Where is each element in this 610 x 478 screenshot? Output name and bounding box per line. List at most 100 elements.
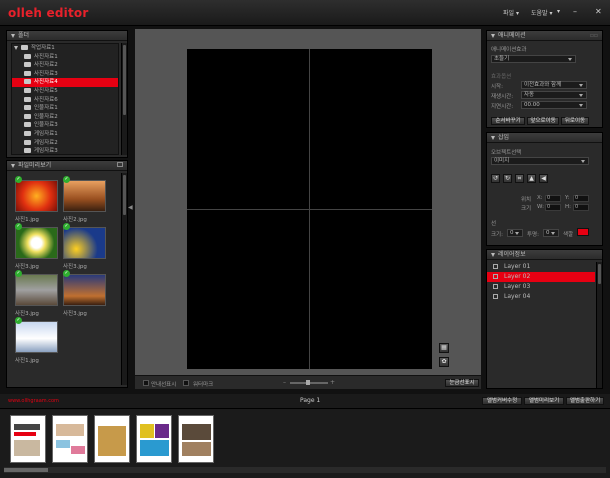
tree-item-label: 게임자료3: [34, 148, 58, 155]
insert-header[interactable]: 삽입: [487, 133, 602, 143]
minimize-button[interactable]: –: [573, 7, 577, 16]
rotate-left-icon[interactable]: ↺: [491, 174, 500, 183]
color-label: 색깔: [563, 232, 574, 238]
x-field[interactable]: 0: [545, 195, 561, 202]
tree-item[interactable]: 인물자료3: [12, 121, 118, 130]
filmstrip-scrollbar[interactable]: [4, 467, 606, 473]
layer-scrollbar[interactable]: [596, 262, 602, 388]
menu-file[interactable]: 파일 ▾: [503, 8, 519, 17]
page-thumb-cover[interactable]: [10, 415, 46, 463]
tree-item[interactable]: 사진자료6: [12, 96, 118, 105]
folder-icon: [24, 79, 31, 85]
guide-checkbox[interactable]: [143, 380, 149, 386]
layer-item[interactable]: Layer 03: [487, 282, 595, 292]
thumb-caption: 사진3.jpg: [63, 311, 87, 317]
effect-dropdown[interactable]: 초들기: [491, 55, 576, 63]
watermark-checkbox[interactable]: [183, 380, 189, 386]
layer-label: Layer 02: [504, 273, 531, 280]
thickness-label: 크기:: [491, 232, 503, 238]
animation-header[interactable]: 애니메이션 ▫▫: [487, 31, 602, 41]
tree-item-label: 사진자료4: [34, 79, 58, 86]
layout-icon[interactable]: ▦: [439, 343, 449, 353]
menu-more[interactable]: ▾: [557, 8, 560, 15]
delay-dropdown[interactable]: 00.00: [521, 101, 587, 109]
x-label: X:: [537, 195, 543, 201]
close-button[interactable]: ✕: [595, 7, 602, 16]
layer-label: Layer 03: [504, 283, 531, 290]
opacity-label: 투명:: [527, 232, 539, 238]
folder-icon: [24, 70, 31, 76]
layer-item[interactable]: Layer 02: [487, 272, 595, 282]
zoom-out-icon[interactable]: –: [283, 379, 286, 386]
settings-icon[interactable]: ✿: [439, 357, 449, 367]
play-dropdown[interactable]: 자동: [521, 91, 587, 99]
app-logo: olleh editor: [8, 6, 89, 20]
tree-item[interactable]: 사진자료4: [12, 78, 118, 87]
folder-icon: [24, 87, 31, 93]
start-dropdown[interactable]: 이전효과와 함께: [521, 81, 587, 89]
menu-help[interactable]: 도움말 ▾: [531, 8, 552, 17]
tree-item[interactable]: 사진자료5: [12, 87, 118, 96]
rotate-right-icon[interactable]: ↻: [503, 174, 512, 183]
page-thumb-4[interactable]: [136, 415, 172, 463]
panel-options-icon[interactable]: ▫▫: [590, 31, 598, 41]
tree-item[interactable]: 사진자료2: [12, 61, 118, 70]
site-url[interactable]: www.ollhgraam.com: [8, 398, 59, 404]
folder-scroll-thumb[interactable]: [123, 45, 126, 115]
canvas-toolbar: 안내선표시 워터마크 – + 눈금선표시: [135, 375, 481, 389]
tree-item[interactable]: 게임자료2: [12, 139, 118, 148]
zoom-slider-handle[interactable]: [306, 380, 310, 385]
folder-icon: [24, 122, 31, 128]
preview-scrollbar[interactable]: [121, 173, 127, 385]
object-label: 오브젝트선택: [491, 150, 522, 156]
tree-item[interactable]: 사진자료3: [12, 70, 118, 79]
layer-header[interactable]: 레이어정보: [487, 250, 602, 260]
thickness-dropdown[interactable]: 0: [507, 229, 523, 237]
page-thumb-2[interactable]: [52, 415, 88, 463]
tree-item[interactable]: 게임자료1: [12, 130, 118, 139]
filmstrip-scroll-thumb[interactable]: [4, 468, 48, 472]
move-back-button[interactable]: 뒤로이동: [561, 117, 589, 125]
folder-icon: [24, 53, 31, 59]
tree-item[interactable]: 인물자료2: [12, 113, 118, 122]
tree-list: 사진자료1 사진자료2 사진자료3 사진자료4 사진자료5 사진자료6 인물자료1 인물자료2…: [12, 53, 118, 155]
grid-button[interactable]: 눈금선표시: [445, 379, 479, 387]
page-thumb-3[interactable]: [94, 415, 130, 463]
move-forward-button[interactable]: 앞으로이동: [527, 117, 559, 125]
folder-icon: [24, 113, 31, 119]
folder-tree: 작업자료1 사진자료1 사진자료2 사진자료3 사진자료4 사진자료5 사진자료6 인물자료…: [11, 43, 119, 155]
tree-item[interactable]: 인물자료1: [12, 104, 118, 113]
h-field[interactable]: 0: [573, 204, 589, 211]
folder-panel-header[interactable]: 폴더: [7, 31, 127, 41]
status-bar: www.ollhgraam.com Page 1 앨범커버수정 앨범미리보기 앨…: [0, 394, 610, 408]
layer-item[interactable]: Layer 04: [487, 292, 595, 302]
reorder-button[interactable]: 순서바꾸기: [491, 117, 525, 125]
object-dropdown[interactable]: 이미지: [491, 157, 589, 165]
crop-icon[interactable]: ⌗: [515, 174, 524, 183]
y-field[interactable]: 0: [573, 195, 589, 202]
page-thumb-5[interactable]: [178, 415, 214, 463]
view-toggle-icon[interactable]: [117, 162, 123, 167]
collapse-left-icon[interactable]: ◀: [128, 204, 133, 214]
flip-horizontal-icon[interactable]: ◀: [539, 174, 548, 183]
tree-item[interactable]: 사진자료1: [12, 53, 118, 62]
preview-scroll-thumb[interactable]: [123, 175, 126, 215]
edit-cover-button[interactable]: 앨범커버수정: [482, 397, 522, 405]
album-preview-button[interactable]: 앨범미리보기: [524, 397, 564, 405]
layer-scroll-thumb[interactable]: [598, 264, 601, 284]
publish-album-button[interactable]: 앨범출판하기: [566, 397, 604, 405]
zoom-in-icon[interactable]: +: [330, 379, 335, 386]
line-color-swatch[interactable]: [577, 228, 589, 236]
layer-item[interactable]: Layer 01: [487, 262, 595, 272]
opacity-dropdown[interactable]: 0: [543, 229, 559, 237]
check-icon: ✓: [63, 270, 70, 277]
flip-vertical-icon[interactable]: ▲: [527, 174, 536, 183]
file-preview-header[interactable]: 파일미리보기: [7, 161, 127, 171]
folder-scrollbar[interactable]: [121, 43, 127, 155]
tree-item[interactable]: 게임자료3: [12, 147, 118, 155]
w-field[interactable]: 0: [545, 204, 561, 211]
page-canvas[interactable]: [187, 49, 432, 369]
folder-icon: [24, 62, 31, 68]
tree-root[interactable]: 작업자료1: [12, 44, 118, 53]
check-icon: ✓: [15, 317, 22, 324]
